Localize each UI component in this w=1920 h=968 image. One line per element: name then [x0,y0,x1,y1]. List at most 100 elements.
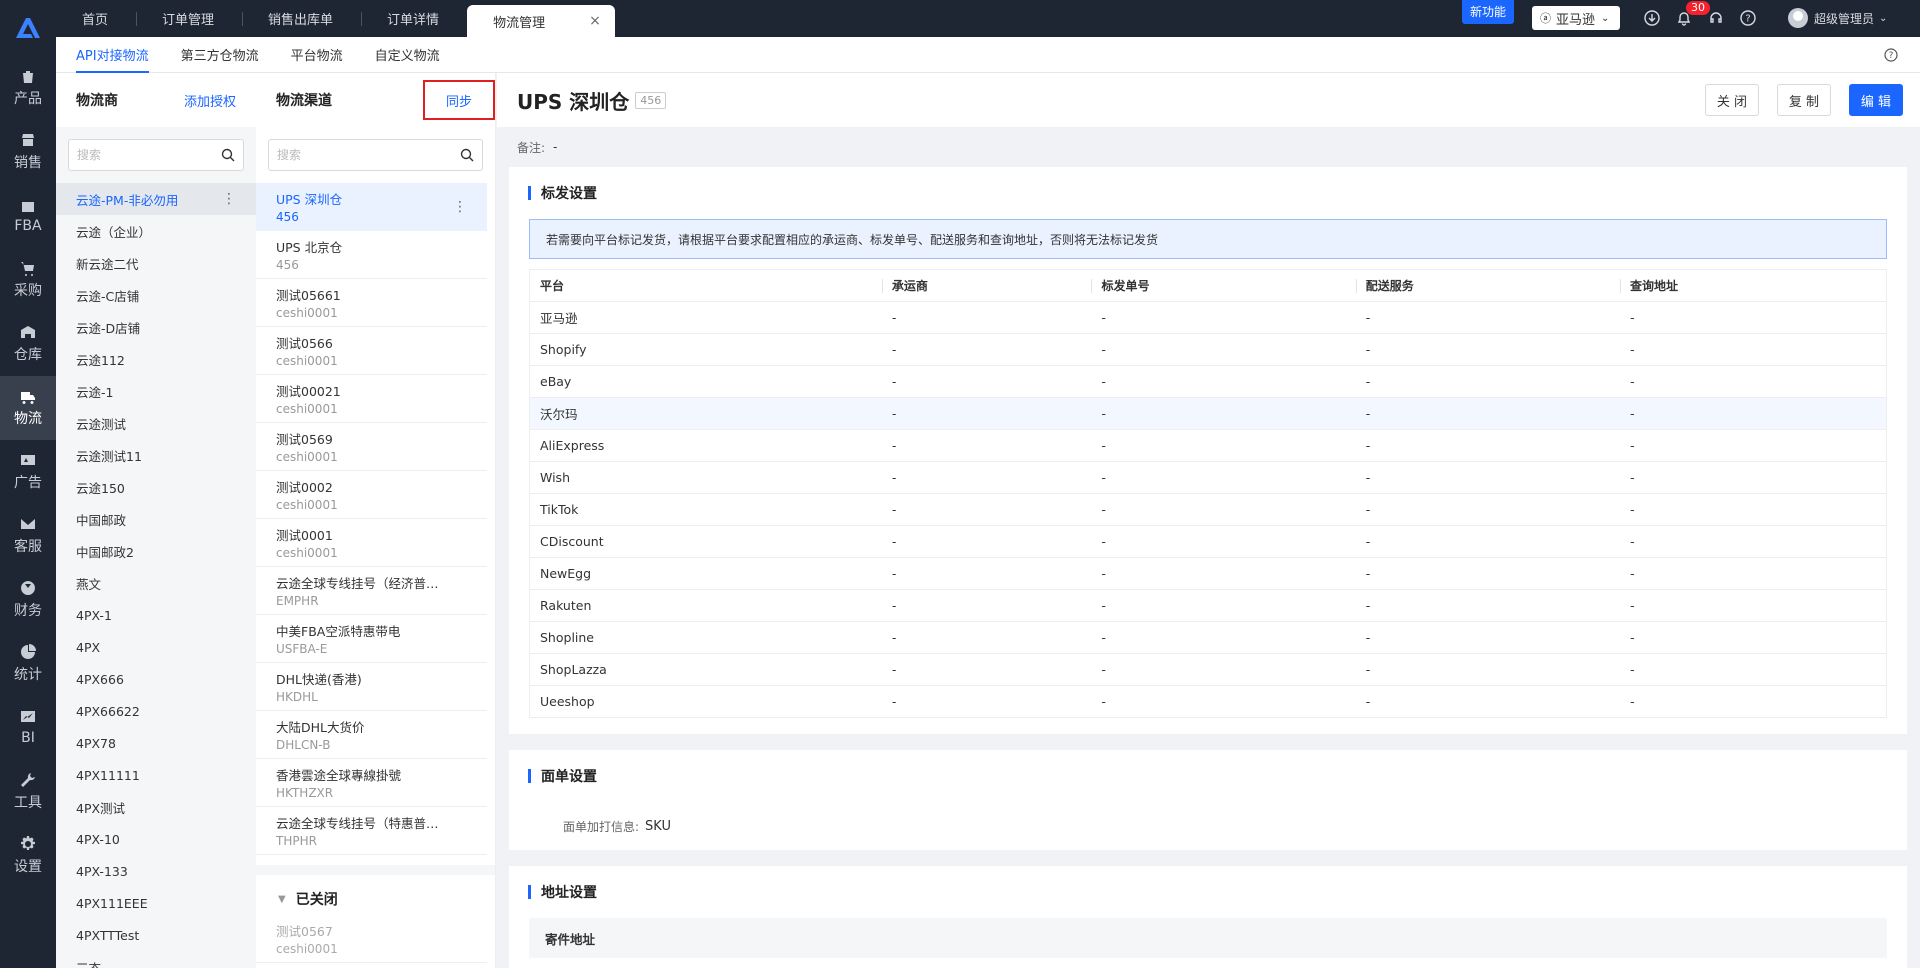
channel-search-input[interactable] [277,148,460,162]
carrier-item[interactable]: 新云途二代 [56,247,256,279]
channel-item[interactable]: 测试0002 ceshi0001 [256,471,487,519]
subtab-3[interactable]: 自定义物流 [375,37,440,73]
carrier-item[interactable]: 云途112 [56,343,256,375]
headset-icon[interactable] [1708,10,1724,26]
carrier-item[interactable]: 4PX-133 [56,855,256,887]
rail-item-10[interactable]: BI [0,696,56,760]
channel-item[interactable]: 大陆DHL大货价 DHLCN-B [256,711,487,759]
table-row[interactable]: CDiscount - - - - [529,525,1887,558]
carrier-item[interactable]: 4PX测试 [56,791,256,823]
rail-item-7[interactable]: 客服 [0,504,56,568]
top-tab-0[interactable]: 首页 [56,0,136,37]
top-tab-3[interactable]: 订单详情 [361,0,467,37]
close-button[interactable]: 关 闭 [1705,84,1759,116]
channel-item[interactable]: 测试0569 ceshi0001 [256,423,487,471]
table-row[interactable]: Ueeshop - - - - [529,685,1887,718]
subtab-1[interactable]: 第三方仓物流 [181,37,259,73]
carrier-item[interactable]: 云途-D店铺 [56,311,256,343]
table-row[interactable]: AliExpress - - - - [529,429,1887,462]
table-row[interactable]: Rakuten - - - - [529,589,1887,622]
table-cell: - [1091,301,1356,334]
carrier-item[interactable]: 中国邮政2 [56,535,256,567]
channel-item[interactable]: 测试0001 ceshi0001 [256,519,487,567]
download-icon[interactable] [1644,10,1660,26]
carrier-item[interactable]: 4PX-1 [56,599,256,631]
carrier-item[interactable]: 云途测试11 [56,439,256,471]
help-icon[interactable]: ? [1884,48,1898,62]
copy-button[interactable]: 复 制 [1777,84,1831,116]
rail-item-5[interactable]: 物流 [0,376,56,440]
carrier-item[interactable]: 燕文 [56,567,256,599]
table-cell: - [1619,461,1887,494]
user-menu[interactable]: 超级管理员 ⌄ [1788,8,1887,28]
channel-item[interactable]: UPS 北京仓 456 [256,231,487,279]
table-row[interactable]: NewEgg - - - - [529,557,1887,590]
channel-item[interactable]: 香港雲途全球專線掛號 HKTHZXR [256,759,487,807]
rail-item-8[interactable]: 财务 [0,568,56,632]
rail-item-6[interactable]: 广告 [0,440,56,504]
carrier-item[interactable]: 4PX78 [56,727,256,759]
rail-item-4[interactable]: 仓库 [0,312,56,376]
carrier-item[interactable]: 云途-C店铺 [56,279,256,311]
rail-item-11[interactable]: 工具 [0,760,56,824]
table-row[interactable]: Shopify - - - - [529,333,1887,366]
carrier-item[interactable]: 云途-1 [56,375,256,407]
table-row[interactable]: TikTok - - - - [529,493,1887,526]
help-circle-icon[interactable]: ? [1740,10,1756,26]
carrier-item[interactable]: 三态 [56,951,256,968]
channel-item[interactable]: 云途全球专线挂号（经济普货） EMPHR [256,567,487,615]
channel-item[interactable]: 测试05661 ceshi0001 [256,279,487,327]
table-row[interactable]: Shopline - - - - [529,621,1887,654]
channel-item[interactable]: DHL快递(香港) HKDHL [256,663,487,711]
rail-item-1[interactable]: 销售 [0,120,56,184]
rail-item-9[interactable]: 统计 [0,632,56,696]
carrier-item[interactable]: 4PX-10 [56,823,256,855]
closed-channel-item[interactable]: 测试0567 ceshi0001 [256,915,487,963]
table-cell: - [881,685,1092,718]
table-row[interactable]: 沃尔玛 - - - - [529,397,1887,430]
channel-item[interactable]: 测试0566 ceshi0001 [256,327,487,375]
top-tab-1[interactable]: 订单管理 [136,0,242,37]
top-tab-4[interactable]: 物流管理 × [467,5,615,37]
carrier-search-input[interactable] [77,148,221,162]
subtab-2[interactable]: 平台物流 [291,37,343,73]
add-authorization-link[interactable]: 添加授权 [184,91,236,110]
carrier-item[interactable]: 4PX111EEE [56,887,256,919]
carrier-item[interactable]: 4PX [56,631,256,663]
table-row[interactable]: ShopLazza - - - - [529,653,1887,686]
channel-item[interactable]: 云途全球专线挂号（特惠普货... THPHR [256,807,487,855]
table-row[interactable]: eBay - - - - [529,365,1887,398]
channel-item[interactable]: 测试00021 ceshi0001 [256,375,487,423]
top-tab-2[interactable]: 销售出库单 [242,0,361,37]
carrier-item[interactable]: 中国邮政 [56,503,256,535]
search-icon[interactable] [460,148,474,162]
more-vertical-icon[interactable]: ⋮ [222,191,236,207]
more-vertical-icon[interactable]: ⋮ [453,199,467,215]
carrier-item[interactable]: 4PX666 [56,663,256,695]
carrier-item[interactable]: 云途-PM-非必勿用 ⋮ [56,183,256,215]
close-icon[interactable]: × [589,13,601,29]
closed-group-toggle[interactable]: ▼ 已关闭 [256,865,495,915]
rail-item-2[interactable]: FBA [0,184,56,248]
carrier-item[interactable]: 云途测试 [56,407,256,439]
shop-select[interactable]: ⓐ 亚马逊 ⌄ [1532,6,1620,30]
carrier-item[interactable]: 云途150 [56,471,256,503]
subtab-0[interactable]: API对接物流 [76,37,149,73]
channel-item[interactable]: UPS 深圳仓 456 ⋮ [256,183,487,231]
new-feature-button[interactable]: 新功能 [1462,0,1515,24]
table-cell: - [1355,589,1620,622]
sync-button[interactable]: 同步 [423,80,495,120]
carrier-item[interactable]: 4PX11111 [56,759,256,791]
app-logo[interactable] [0,0,56,56]
edit-button[interactable]: 编 辑 [1849,84,1903,116]
carrier-item[interactable]: 4PX66622 [56,695,256,727]
table-row[interactable]: Wish - - - - [529,461,1887,494]
rail-item-12[interactable]: 设置 [0,824,56,888]
carrier-item[interactable]: 4PXTTTest [56,919,256,951]
search-icon[interactable] [221,148,235,162]
carrier-item[interactable]: 云途（企业） [56,215,256,247]
rail-item-3[interactable]: 采购 [0,248,56,312]
rail-item-0[interactable]: 产品 [0,56,56,120]
channel-item[interactable]: 中美FBA空派特惠带电 USFBA-E [256,615,487,663]
table-row[interactable]: 亚马逊 - - - - [529,301,1887,334]
